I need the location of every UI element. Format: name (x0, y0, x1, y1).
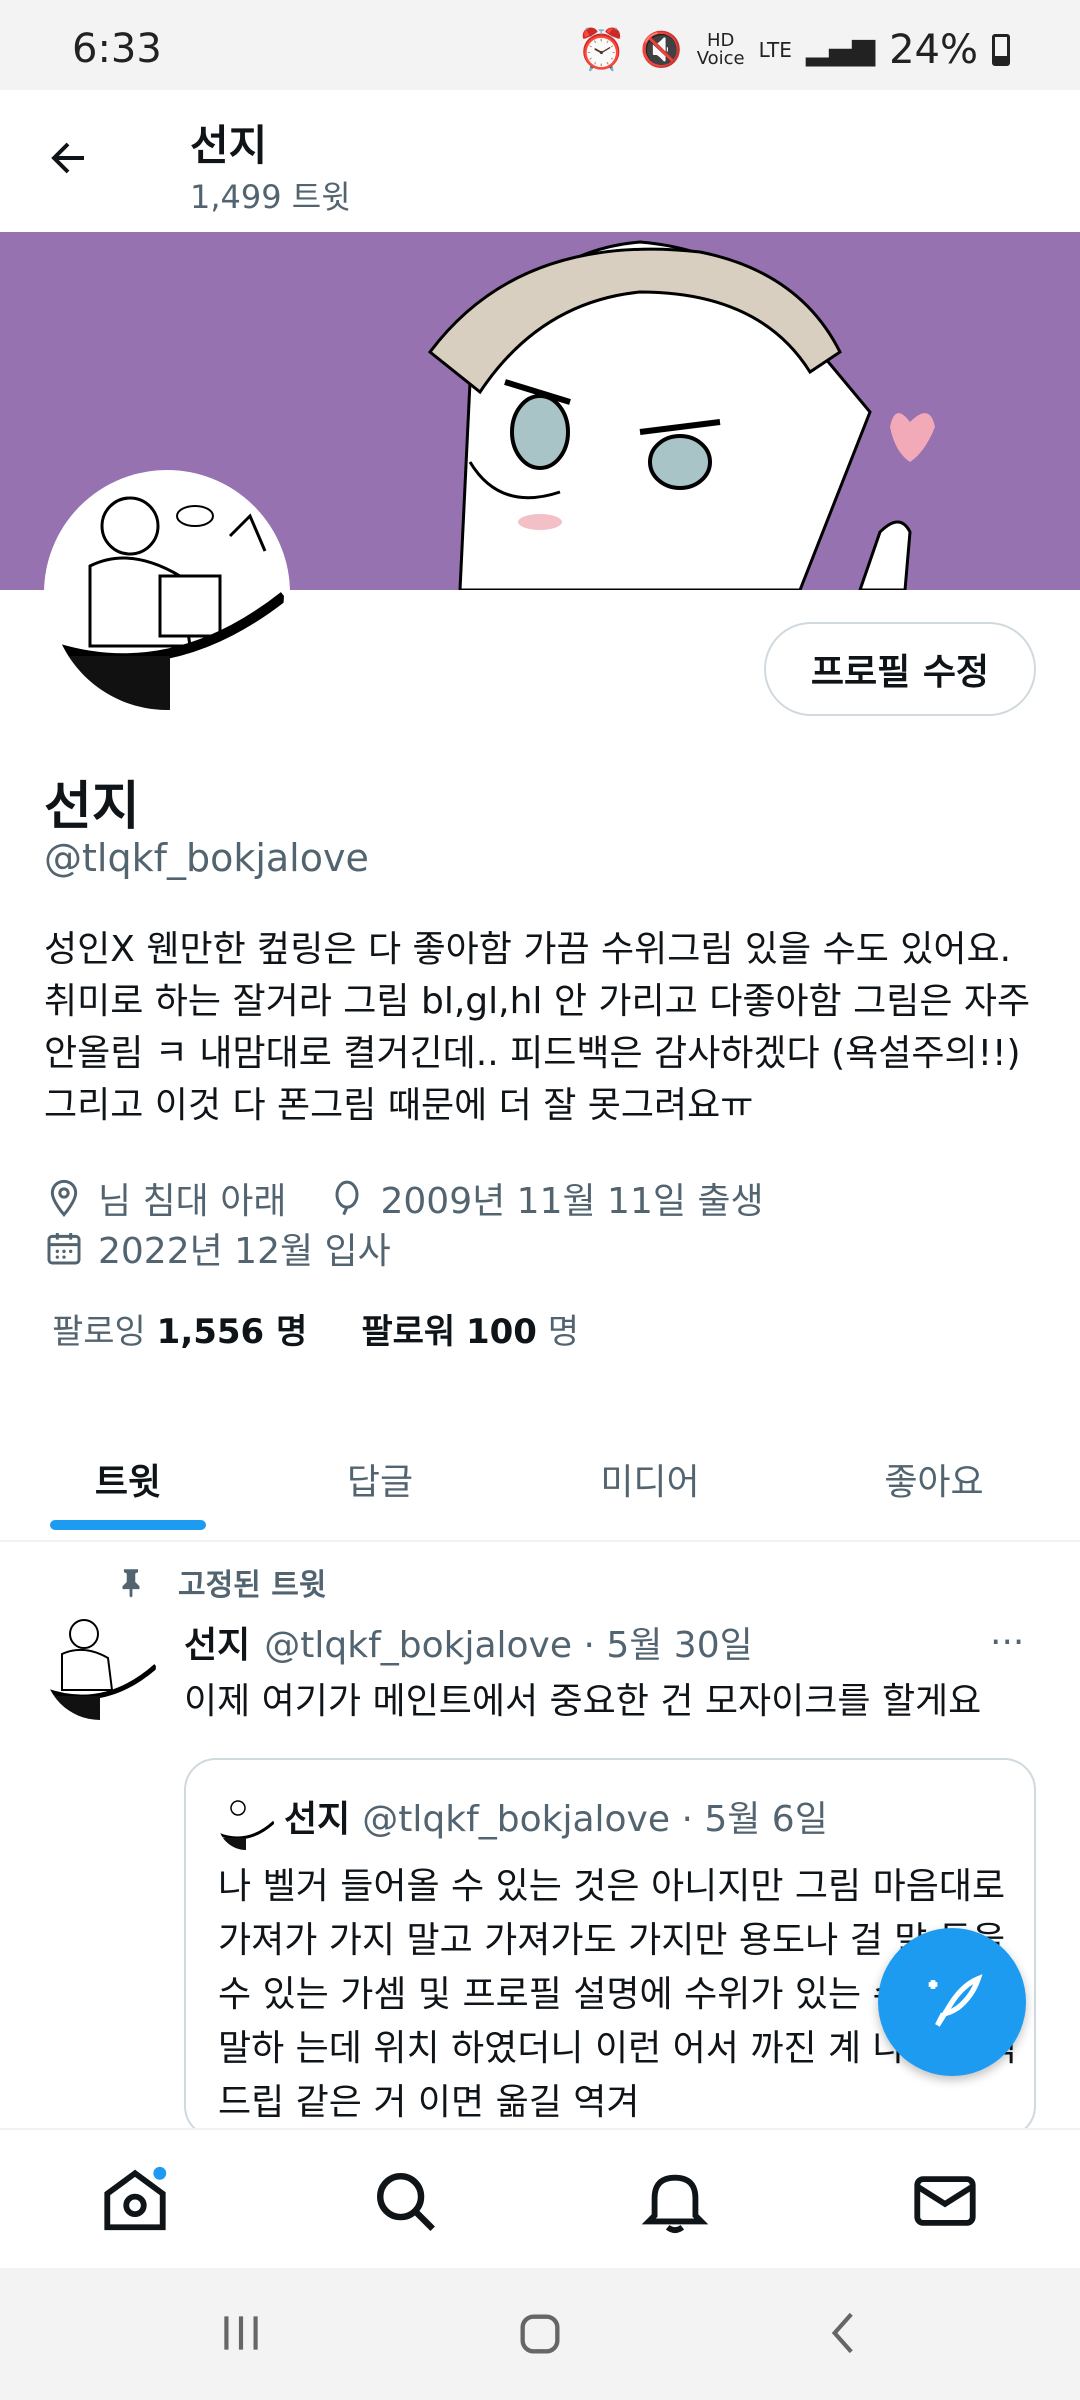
alarm-icon: ⏰ (576, 27, 627, 73)
status-time: 6:33 (72, 26, 162, 72)
followers-unit: 명 (547, 1312, 580, 1352)
following-link[interactable]: 팔로잉 1,556 명 (52, 1304, 307, 1353)
avatar-illustration (50, 476, 284, 710)
followers-count: 100 (465, 1312, 537, 1352)
joined-text: 2022년 12월 입사 (98, 1231, 391, 1272)
pinned-label: 고정된 트윗 (178, 1568, 327, 1603)
search-icon[interactable] (370, 2166, 440, 2236)
mail-icon[interactable] (910, 2166, 980, 2236)
profile-handle: @tlqkf_bokjalove (44, 836, 369, 880)
pin-icon (122, 1569, 140, 1598)
edit-profile-button[interactable]: 프로필 수정 (764, 622, 1036, 716)
tweet-author-handle: @tlqkf_bokjalove · 5월 30일 (264, 1625, 753, 1666)
balloon-icon (335, 1180, 358, 1216)
following-count: 1,556 명 (156, 1312, 308, 1352)
status-icons: ⏰ 🔇 HD Voice LTE ▂▄▆ 24% (577, 26, 1010, 73)
profile-bio: 성인X 웬만한 컾링은 다 좋아함 가끔 수위그림 있을 수도 있어요. 취미로… (44, 929, 1031, 1126)
quote-author-handle: @tlqkf_bokjalove · 5월 6일 (362, 1799, 828, 1840)
quote-header: 선지 @tlqkf_bokjalove · 5월 6일 (284, 1790, 828, 1842)
tweet-count: 1,499 트윗 (190, 178, 351, 216)
quote-author-name: 선지 (284, 1799, 351, 1840)
tweet-text: 이제 여기가 메인트에서 중요한 건 모자이크를 할게요 (184, 1681, 982, 1722)
birthday-text: 2009년 11월 11일 출생 (380, 1181, 764, 1222)
system-navigation-bar (0, 2268, 1080, 2400)
back-arrow-icon[interactable] (44, 134, 92, 182)
follow-stats: 팔로잉 1,556 명 팔로워 100 명 (52, 1304, 579, 1353)
tweet-header: 선지 @tlqkf_bokjalove · 5월 30일 (184, 1616, 753, 1668)
more-icon[interactable]: ··· (990, 1622, 1024, 1663)
back-nav-icon[interactable] (820, 2308, 870, 2358)
bell-icon[interactable] (640, 2166, 710, 2236)
location-item: 님 침대 아래 (44, 1172, 287, 1224)
tweet-author-name[interactable]: 선지 (184, 1616, 250, 1668)
status-bar: 6:33 ⏰ 🔇 HD Voice LTE ▂▄▆ 24% (0, 0, 1080, 90)
tab-likes[interactable]: 좋아요 (836, 1420, 1032, 1538)
mute-icon: 🔇 (640, 29, 683, 70)
followers-link[interactable]: 팔로워 100 명 (361, 1304, 579, 1353)
profile-meta-row: 님 침대 아래 2009년 11월 11일 출생 (44, 1172, 764, 1224)
location-pin-icon (50, 1179, 78, 1217)
battery-icon (992, 33, 1010, 66)
pinned-label-row: 고정된 트윗 (114, 1560, 326, 1604)
joined-item: 2022년 12월 입사 (44, 1222, 391, 1274)
home-icon[interactable] (100, 2166, 170, 2236)
header-title: 선지 (190, 121, 268, 170)
quote-avatar (218, 1794, 274, 1850)
tab-replies[interactable]: 답글 (282, 1420, 478, 1538)
bottom-navigation (0, 2128, 1080, 2270)
compose-button[interactable] (878, 1928, 1026, 2076)
hd-voice-label: HD Voice (696, 29, 745, 69)
profile-name: 선지 (44, 777, 140, 837)
birthday-item: 2009년 11월 11일 출생 (327, 1172, 764, 1224)
tweet-avatar[interactable] (44, 1608, 156, 1720)
profile-header: 선지 1,499 트윗 (0, 90, 1080, 232)
recents-icon[interactable] (216, 2308, 266, 2358)
active-tab-indicator (50, 1520, 206, 1530)
location-text: 님 침대 아래 (98, 1181, 287, 1222)
tweet-avatar-illustration (44, 1608, 156, 1720)
signal-icon: ▂▄▆ (805, 32, 876, 67)
battery-percent: 24% (889, 26, 978, 73)
compose-feather-icon (928, 1974, 983, 2027)
calendar-icon (47, 1233, 81, 1265)
joined-row: 2022년 12월 입사 (44, 1222, 391, 1274)
followers-label: 팔로워 (361, 1312, 456, 1352)
tab-media[interactable]: 미디어 (552, 1420, 748, 1538)
quote-avatar-illustration (218, 1794, 274, 1850)
home-button-icon[interactable] (514, 2308, 566, 2360)
profile-avatar[interactable] (44, 470, 290, 716)
network-label: LTE (758, 37, 792, 62)
